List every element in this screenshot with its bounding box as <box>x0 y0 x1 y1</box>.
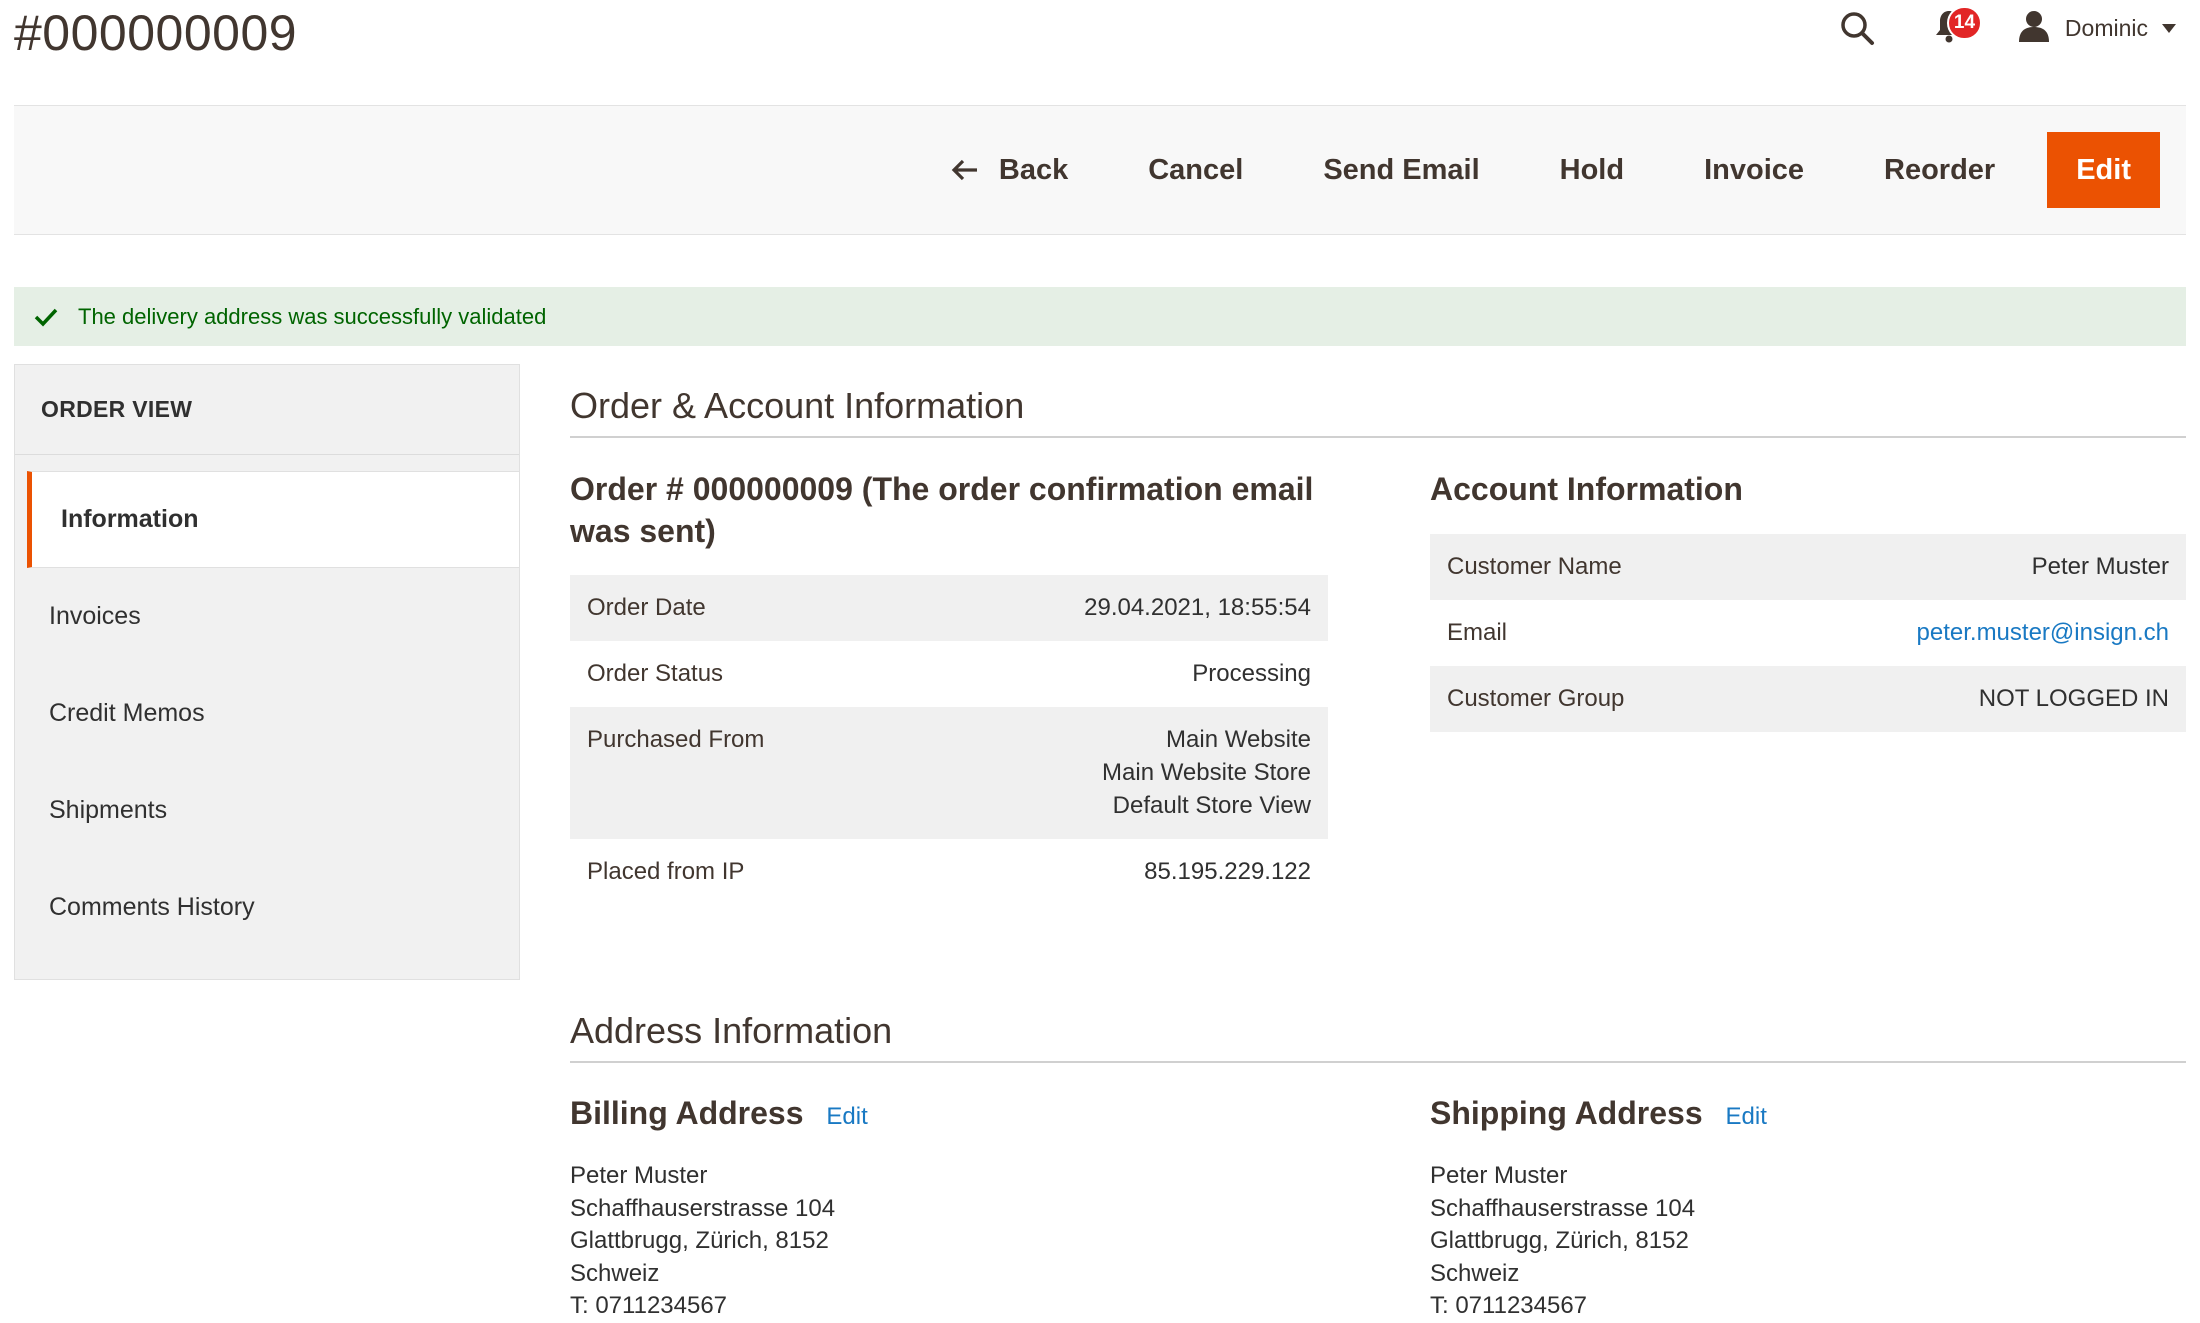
purchased-from-website: Main Website <box>1166 726 1311 753</box>
sidebar-item-comments-history[interactable]: Comments History <box>15 859 519 956</box>
back-button[interactable]: Back <box>911 132 1108 208</box>
page-actions-bar: Back Cancel Send Email Hold Invoice Reor… <box>14 105 2186 235</box>
sidebar-tabs: Information Invoices Credit Memos Shipme… <box>15 471 519 956</box>
hold-button[interactable]: Hold <box>1520 132 1664 208</box>
user-icon <box>2017 9 2051 48</box>
billing-city: Glattbrugg, Zürich, 8152 <box>570 1227 829 1254</box>
arrow-left-icon <box>951 159 979 181</box>
order-date-label: Order Date <box>570 575 910 641</box>
shipping-address-edit-link[interactable]: Edit <box>1726 1103 1767 1130</box>
success-message-text: The delivery address was successfully va… <box>78 303 547 329</box>
success-message: The delivery address was successfully va… <box>14 287 2186 346</box>
account-information-title: Account Information <box>1430 471 1743 507</box>
customer-name-value: Peter Muster <box>1751 534 2186 600</box>
billing-country: Schweiz <box>570 1259 660 1287</box>
order-view-sidebar: ORDER VIEW Information Invoices Credit M… <box>14 364 520 980</box>
billing-address-edit-link[interactable]: Edit <box>826 1103 867 1130</box>
shipping-address-title: Shipping Address Edit <box>1430 1092 1767 1138</box>
chevron-down-icon <box>2162 23 2176 33</box>
section-divider <box>570 1061 2186 1063</box>
table-row: Placed from IP 85.195.229.122 <box>570 839 1328 905</box>
billing-address-heading: Billing Address <box>570 1095 804 1131</box>
table-row: Customer Group NOT LOGGED IN <box>1430 666 2186 732</box>
invoice-button[interactable]: Invoice <box>1664 132 1844 208</box>
user-account-menu[interactable]: Dominic <box>2017 9 2176 48</box>
header-actions: 14 Dominic <box>1835 0 2176 56</box>
reorder-button[interactable]: Reorder <box>1844 132 2035 208</box>
order-account-section-title: Order & Account Information <box>570 385 1025 426</box>
purchased-from-label: Purchased From <box>570 707 910 839</box>
order-number-title-line1: Order # 000000009 (The order confirmatio… <box>570 471 1314 507</box>
sidebar-title: ORDER VIEW <box>15 365 519 455</box>
shipping-country: Schweiz <box>1430 1259 1520 1287</box>
placed-from-ip-label: Placed from IP <box>587 858 745 885</box>
shipping-address: Peter Muster Schaffhauserstrasse 104 Gla… <box>1430 1160 1695 1323</box>
shipping-street: Schaffhauserstrasse 104 <box>1430 1194 1696 1222</box>
email-value: peter.muster@insign.ch <box>1751 600 2186 666</box>
user-name: Dominic <box>2064 14 2148 41</box>
section-divider <box>570 436 2186 438</box>
shipping-phone: T: 0711234567 <box>1430 1292 1588 1319</box>
purchased-from-value: Main Website Main Website Store Default … <box>909 707 1328 839</box>
customer-group-value: NOT LOGGED IN <box>1751 666 2186 732</box>
billing-street: Schaffhauserstrasse 104 <box>570 1194 836 1222</box>
billing-phone: T: 0711234567 <box>570 1292 728 1319</box>
sidebar-item-invoices[interactable]: Invoices <box>15 568 519 665</box>
account-info-table: Customer Name Peter Muster Email peter.m… <box>1430 534 2186 732</box>
order-date-value: 29.04.2021, 18:55:54 <box>909 575 1328 641</box>
purchased-from-store: Main Website Store <box>1102 759 1311 786</box>
shipping-city: Glattbrugg, Zürich, 8152 <box>1430 1227 1689 1254</box>
customer-name-label: Customer Name <box>1430 534 1751 600</box>
table-row: Order Date 29.04.2021, 18:55:54 <box>570 575 1328 641</box>
order-info-table: Order Date 29.04.2021, 18:55:54 Order St… <box>570 575 1328 905</box>
sidebar-item-shipments[interactable]: Shipments <box>15 762 519 859</box>
purchased-from-store-view: Default Store View <box>1112 792 1311 819</box>
cancel-button[interactable]: Cancel <box>1108 132 1283 208</box>
notifications-button[interactable]: 14 <box>1927 6 1983 50</box>
table-row: Order Status Processing <box>570 641 1328 707</box>
table-row: Email peter.muster@insign.ch <box>1430 600 2186 666</box>
table-row: Customer Name Peter Muster <box>1430 534 2186 600</box>
notifications-count-badge: 14 <box>1946 6 1983 40</box>
sidebar-item-credit-memos[interactable]: Credit Memos <box>15 665 519 762</box>
order-status-label: Order Status <box>587 660 724 687</box>
search-icon[interactable] <box>1835 6 1879 50</box>
edit-button[interactable]: Edit <box>2047 132 2160 208</box>
billing-address: Peter Muster Schaffhauserstrasse 104 Gla… <box>570 1160 835 1323</box>
email-label: Email <box>1447 619 1508 646</box>
table-row: Purchased From Main Website Main Website… <box>570 707 1328 839</box>
checkmark-icon <box>34 307 58 327</box>
shipping-address-heading: Shipping Address <box>1430 1095 1703 1131</box>
address-section-title: Address Information <box>570 1010 893 1051</box>
billing-name: Peter Muster <box>570 1162 708 1189</box>
back-button-label: Back <box>998 153 1069 186</box>
billing-address-title: Billing Address Edit <box>570 1092 868 1138</box>
page-title: #000000009 <box>14 5 298 61</box>
sidebar-item-information[interactable]: Information <box>27 471 519 568</box>
placed-from-ip-value: 85.195.229.122 <box>1144 858 1311 885</box>
customer-group-label: Customer Group <box>1430 666 1751 732</box>
order-number-title: Order # 000000009 (The order confirmatio… <box>570 468 1330 552</box>
order-number-title-line2: was sent) <box>570 513 716 549</box>
order-status-value: Processing <box>1192 660 1311 687</box>
page-actions: Back Cancel Send Email Hold Invoice Reor… <box>911 132 2160 208</box>
email-link[interactable]: peter.muster@insign.ch <box>1917 619 2169 646</box>
shipping-name: Peter Muster <box>1430 1162 1568 1189</box>
send-email-button[interactable]: Send Email <box>1283 132 1519 208</box>
